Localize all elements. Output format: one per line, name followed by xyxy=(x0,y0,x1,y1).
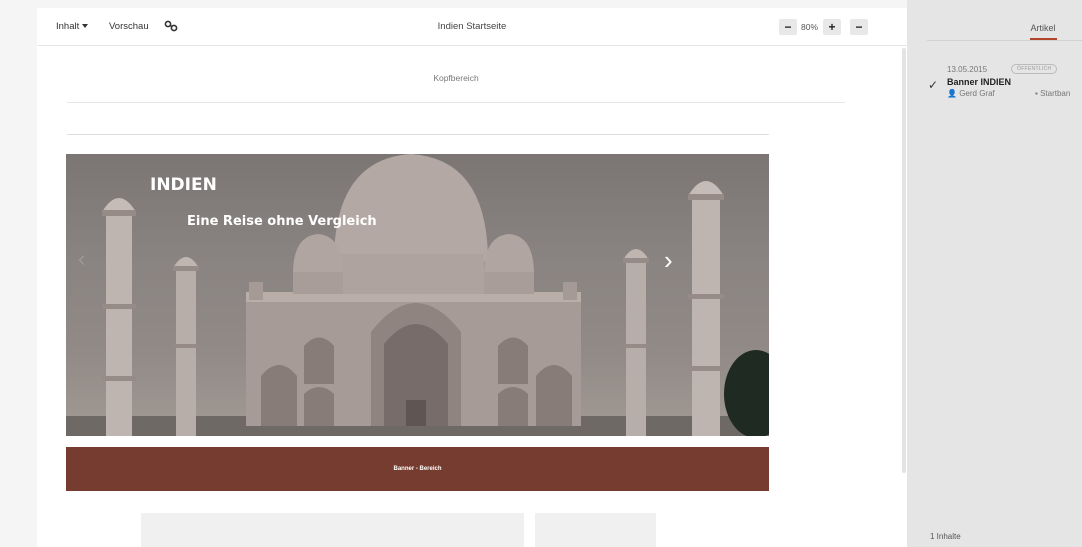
banner-area[interactable]: Banner - Bereich xyxy=(66,447,769,491)
content-count: 1 Inhalte xyxy=(930,532,961,541)
article-page: ▪ Startban xyxy=(1035,89,1070,98)
zoom-out-button[interactable]: − xyxy=(779,19,797,35)
content-block-right[interactable] xyxy=(535,513,656,547)
banner-title: INDIEN xyxy=(150,175,217,195)
check-icon[interactable]: ✓ xyxy=(928,78,938,92)
page-title: Indien Startseite xyxy=(437,21,507,32)
editor-toolbar: Inhalt Vorschau Indien Startseite − 80% … xyxy=(37,8,907,46)
page-name: Startban xyxy=(1040,89,1071,98)
slider-next-arrow-icon[interactable]: › xyxy=(664,245,673,276)
slider-prev-arrow-icon[interactable]: ‹ xyxy=(78,246,85,272)
article-author: 👤 Gerd Graf xyxy=(947,89,995,98)
author-name: Gerd Graf xyxy=(959,89,995,98)
banner-slider[interactable]: ‹ INDIEN Eine Reise ohne Vergleich › xyxy=(66,154,769,436)
divider xyxy=(927,40,1082,41)
article-date: 13.05.2015 xyxy=(947,65,988,74)
article-title[interactable]: Banner INDIEN xyxy=(947,77,1011,87)
editor-canvas: Inhalt Vorschau Indien Startseite − 80% … xyxy=(37,8,907,547)
collapse-button[interactable]: − xyxy=(850,19,868,35)
taj-mahal-image xyxy=(66,154,769,436)
content-block-left[interactable] xyxy=(141,513,524,547)
header-area[interactable]: Kopfbereich xyxy=(67,56,845,103)
side-panel: Artikel 13.05.2015 ÖFFENTLICH ✓ Banner I… xyxy=(907,0,1082,547)
page-icon: ▪ xyxy=(1035,89,1038,98)
zoom-level: 80% xyxy=(801,22,819,32)
banner-subtitle: Eine Reise ohne Vergleich xyxy=(187,214,377,229)
user-icon: 👤 xyxy=(947,89,957,98)
zoom-in-button[interactable]: + xyxy=(823,19,841,35)
status-badge: ÖFFENTLICH xyxy=(1011,64,1058,74)
divider xyxy=(67,134,769,135)
vertical-scrollbar[interactable] xyxy=(902,48,906,473)
tab-articles[interactable]: Artikel xyxy=(1023,16,1063,40)
